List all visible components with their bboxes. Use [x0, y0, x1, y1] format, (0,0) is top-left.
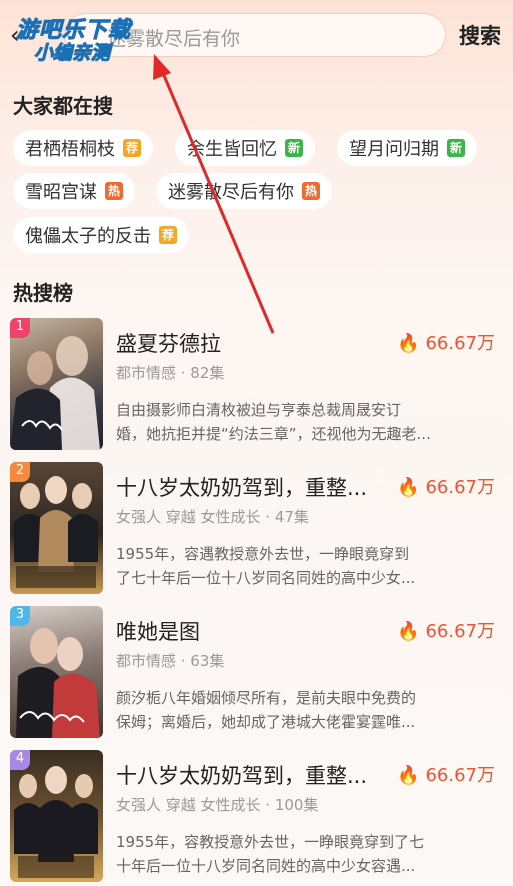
heat-value: 🔥 66.67万	[397, 617, 495, 643]
desc-line: 十年后一位十八岁同名同姓的高中少女容遇...	[116, 857, 416, 875]
rank-badge: 2	[10, 462, 30, 482]
poster-art	[16, 628, 100, 738]
flame-icon: 🔥	[397, 621, 420, 642]
poster-image: 4	[10, 750, 103, 882]
chevron-left-icon[interactable]: ‹	[10, 22, 20, 48]
heat-value: 🔥 66.67万	[397, 329, 495, 355]
item-meta: 都市情感 · 82集	[116, 364, 225, 382]
rank-badge: 1	[10, 318, 30, 338]
desc-line: 1955年，容教授意外去世，一睁眼竟穿到了七	[116, 833, 425, 851]
rank-badge: 3	[10, 606, 30, 626]
item-title: 十八岁太奶奶驾到，重整...	[116, 476, 368, 500]
recommend-badge: 荐	[123, 139, 141, 157]
item-meta: 女强人 穿越 女性成长 · 47集	[116, 508, 309, 526]
trending-title: 大家都在搜	[13, 94, 113, 118]
heat-number: 66.67万	[425, 621, 495, 642]
heat-value: 🔥 66.67万	[397, 761, 495, 787]
desc-line: 了七十年后一位十八岁同名同姓的高中少女...	[116, 569, 416, 587]
poster-image: 3	[10, 606, 103, 738]
desc-line: 颜汐栀八年婚姻倾尽所有，是前夫眼中免费的	[116, 689, 417, 707]
trending-tag[interactable]: 望月问归期 新	[337, 130, 477, 166]
item-title: 十八岁太奶奶驾到，重整...	[116, 764, 368, 788]
hot-list-item[interactable]: 2 十八岁太奶奶驾到，重整... 🔥 66.67万 女强人 穿越 女性成长 · …	[0, 462, 513, 594]
tag-label: 迷雾散尽后有你	[168, 182, 294, 203]
desc-line: 保姆；离婚后，她却成了港城大佬霍宴霆唯...	[116, 713, 416, 731]
trending-tag[interactable]: 傀儡太子的反击 荐	[13, 217, 189, 253]
hot-list-item[interactable]: 1 盛夏芬德拉 🔥 66.67万 都市情感 · 82集 自由摄影师白清枚被迫与亨…	[0, 318, 513, 450]
item-meta: 女强人 穿越 女性成长 · 100集	[116, 796, 319, 814]
hot-list-item[interactable]: 4 十八岁太奶奶驾到，重整... 🔥 66.67万 女强人 穿越 女性成长 · …	[0, 750, 513, 882]
item-description: 1955年，容遇教授意外去世，一睁眼竟穿到 了七十年后一位十八岁同名同姓的高中少…	[116, 542, 486, 590]
new-badge: 新	[447, 139, 465, 157]
desc-line: 婚，她抗拒并提“约法三章”，还视他为无趣老...	[116, 425, 431, 443]
item-meta: 都市情感 · 63集	[116, 652, 225, 670]
flame-icon: 🔥	[397, 765, 420, 786]
hot-list-item[interactable]: 3 唯她是图 🔥 66.67万 都市情感 · 63集 颜汐栀八年婚姻倾尽所有，是…	[0, 606, 513, 738]
item-description: 颜汐栀八年婚姻倾尽所有，是前夫眼中免费的 保姆；离婚后，她却成了港城大佬霍宴霆唯…	[116, 686, 486, 734]
search-input[interactable]: 迷雾散尽后有你	[64, 13, 446, 57]
item-description: 自由摄影师白清枚被迫与亨泰总裁周晟安订 婚，她抗拒并提“约法三章”，还视他为无趣…	[116, 398, 486, 446]
poster-image: 2	[10, 462, 103, 594]
trending-tag[interactable]: 迷雾散尽后有你 热	[156, 173, 332, 209]
heat-number: 66.67万	[425, 765, 495, 786]
flame-icon: 🔥	[397, 333, 420, 354]
tag-label: 雪昭宫谋	[25, 182, 97, 203]
trending-tag[interactable]: 雪昭宫谋 热	[13, 173, 135, 209]
tag-label: 君栖梧桐枝	[25, 139, 115, 160]
new-badge: 新	[285, 139, 303, 157]
rank-badge: 4	[10, 750, 30, 770]
tag-label: 余生皆回忆	[187, 139, 277, 160]
desc-line: 1955年，容遇教授意外去世，一睁眼竟穿到	[116, 545, 410, 563]
item-title: 唯她是图	[116, 620, 200, 644]
poster-art	[14, 476, 98, 588]
poster-image: 1	[10, 318, 103, 450]
item-title: 盛夏芬德拉	[116, 332, 221, 356]
heat-number: 66.67万	[425, 333, 495, 354]
search-placeholder: 迷雾散尽后有你	[107, 28, 241, 50]
hot-badge: 热	[105, 182, 123, 200]
recommend-badge: 荐	[159, 226, 177, 244]
hot-badge: 热	[302, 182, 320, 200]
tag-label: 傀儡太子的反击	[25, 226, 151, 247]
flame-icon: 🔥	[397, 477, 420, 498]
hot-list-title: 热搜榜	[13, 281, 73, 305]
item-description: 1955年，容教授意外去世，一睁眼竟穿到了七 十年后一位十八岁同名同姓的高中少女…	[116, 830, 486, 878]
top-bar: ‹ 迷雾散尽后有你 搜索	[0, 0, 513, 70]
poster-art	[14, 766, 98, 878]
trending-tag[interactable]: 君栖梧桐枝 荐	[13, 130, 153, 166]
poster-art	[10, 336, 100, 450]
desc-line: 自由摄影师白清枚被迫与亨泰总裁周晟安订	[116, 401, 402, 419]
heat-value: 🔥 66.67万	[397, 473, 495, 499]
trending-tag[interactable]: 余生皆回忆 新	[175, 130, 315, 166]
heat-number: 66.67万	[425, 477, 495, 498]
tag-label: 望月问归期	[349, 139, 439, 160]
search-button[interactable]: 搜索	[459, 20, 501, 50]
